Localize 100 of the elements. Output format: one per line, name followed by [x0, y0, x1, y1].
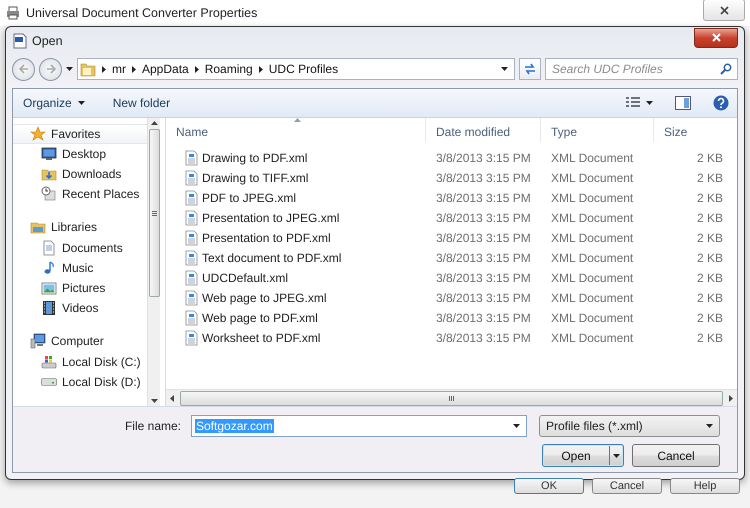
address-bar[interactable]: mr AppData Roaming UDC Profiles	[77, 58, 515, 80]
cancel-button[interactable]: Cancel	[632, 444, 720, 467]
file-name[interactable]: Presentation to PDF.xml	[166, 230, 426, 246]
file-name[interactable]: Web page to PDF.xml	[166, 310, 426, 326]
close-button[interactable]	[703, 0, 745, 21]
dialog-button[interactable]: Help	[670, 478, 740, 494]
organize-menu[interactable]: Organize	[23, 96, 85, 110]
table-cell-text: 2 KB	[696, 271, 724, 285]
table-cell-text: 3/8/2013 3:15 PM	[435, 271, 532, 285]
forward-button[interactable]	[39, 58, 62, 80]
dialog-button[interactable]: Cancel	[592, 478, 662, 494]
scroll-left-icon	[170, 394, 174, 402]
table-cell-text: 2 KB	[696, 331, 724, 345]
file-name-text: Web page to JPEG.xml	[202, 291, 326, 305]
history-caret-icon	[66, 67, 73, 71]
breadcrumb[interactable]: AppData	[142, 62, 189, 76]
file-name[interactable]: PDF to JPEG.xml	[166, 190, 426, 206]
drive-icon	[41, 354, 57, 370]
file-name[interactable]: Web page to JPEG.xml	[166, 290, 426, 306]
file-name-text: Web page to PDF.xml	[202, 311, 318, 325]
new-folder-button[interactable]: New folder	[112, 96, 170, 110]
printer-icon	[6, 6, 20, 20]
help-icon[interactable]	[713, 95, 729, 111]
preview-pane-icon[interactable]	[675, 96, 691, 110]
file-name[interactable]: Text document to PDF.xml	[166, 250, 426, 266]
close-icon	[712, 33, 720, 42]
sidebar-item[interactable]: Documents	[13, 238, 147, 258]
table-cell-text: 3/8/2013 3:15 PM	[435, 311, 532, 325]
document-icon	[13, 32, 27, 48]
table-cell-text: 3/8/2013 3:15 PM	[435, 171, 532, 185]
field-label: File name:	[124, 419, 181, 433]
sidebar-item[interactable]: Local Disk (C:)	[13, 352, 147, 372]
close-button[interactable]	[694, 28, 738, 48]
file-name-text: Presentation to PDF.xml	[202, 231, 331, 245]
sidebar-item[interactable]: Downloads	[13, 164, 147, 184]
table-cell-text: 2 KB	[696, 211, 724, 225]
list-view-icon	[626, 97, 640, 109]
file-name[interactable]: UDCDefault.xml	[166, 270, 426, 286]
file-name-text: UDCDefault.xml	[202, 271, 288, 285]
file-name[interactable]: Drawing to TIFF.xml	[166, 170, 426, 186]
table-cell-text: XML Document	[550, 271, 634, 285]
monitor-icon	[41, 146, 57, 162]
xml-file-icon	[184, 230, 199, 246]
open-button[interactable]: Open	[542, 444, 624, 467]
table-cell-text: 3/8/2013 3:15 PM	[435, 291, 532, 305]
table-cell-text: 2 KB	[696, 291, 724, 305]
dropdown-caret-icon	[501, 67, 508, 71]
breadcrumb[interactable]: mr	[112, 62, 126, 76]
column-header[interactable]: Type	[541, 118, 654, 142]
pictures-icon	[41, 280, 57, 296]
sidebar-item[interactable]: Music	[13, 258, 147, 278]
table-cell-text: 2 KB	[696, 231, 724, 245]
xml-file-icon	[184, 150, 199, 166]
vertical-scrollbar[interactable]	[147, 118, 160, 406]
drive-icon	[41, 378, 57, 386]
sidebar-item[interactable]: Desktop	[13, 144, 147, 164]
table-cell-text: XML Document	[550, 251, 634, 265]
table-cell-text: 2 KB	[696, 251, 724, 265]
sidebar-item[interactable]: Local Disk (D:)	[13, 372, 147, 392]
scroll-down-icon	[150, 399, 158, 403]
chevron-icon	[258, 66, 263, 72]
xml-file-icon	[184, 190, 199, 206]
document-icon	[41, 240, 57, 256]
file-name[interactable]: Drawing to PDF.xml	[166, 150, 426, 166]
table-cell-text: 2 KB	[696, 171, 724, 185]
sidebar-heading[interactable]: Favorites	[13, 124, 147, 144]
file-name[interactable]: Presentation to JPEG.xml	[166, 210, 426, 226]
table-cell-text: XML Document	[550, 331, 634, 345]
file-name-text: Worksheet to PDF.xml	[202, 331, 320, 345]
sidebar-heading[interactable]: Libraries	[13, 216, 147, 238]
xml-file-icon	[184, 170, 199, 186]
close-icon	[720, 6, 728, 14]
refresh-button[interactable]	[519, 58, 541, 80]
chevron-icon	[102, 66, 106, 72]
sidebar-item[interactable]: Videos	[13, 298, 147, 318]
breadcrumb[interactable]: UDC Profiles	[268, 62, 338, 76]
horizontal-scrollbar[interactable]	[166, 389, 737, 406]
grip-icon	[449, 396, 454, 400]
search-icon	[720, 63, 732, 75]
back-button[interactable]	[12, 58, 35, 80]
xml-file-icon	[184, 290, 199, 306]
xml-file-icon	[184, 250, 199, 266]
breadcrumb[interactable]: Roaming	[204, 62, 253, 76]
table-cell-text: 2 KB	[696, 311, 724, 325]
chevron-icon	[132, 66, 136, 72]
column-header[interactable]: Size	[654, 118, 731, 142]
scroll-right-icon	[729, 394, 733, 402]
column-header[interactable]: Date modified	[426, 118, 541, 142]
search-field[interactable]: Search UDC Profiles	[545, 58, 738, 80]
ok-button[interactable]: OK	[514, 478, 584, 494]
table-cell-text: XML Document	[550, 291, 634, 305]
refresh-icon	[523, 63, 537, 75]
view-menu[interactable]	[626, 97, 653, 109]
sidebar-item[interactable]: Recent Places	[13, 184, 147, 204]
table-cell-text: 3/8/2013 3:15 PM	[435, 231, 532, 245]
sidebar-item[interactable]: Pictures	[13, 278, 147, 298]
file-name[interactable]: Worksheet to PDF.xml	[166, 330, 426, 346]
file-type-dropdown[interactable]: Profile files (*.xml)	[539, 415, 720, 437]
table-cell-text: 3/8/2013 3:15 PM	[435, 211, 532, 225]
sidebar-heading[interactable]: Computer	[13, 330, 147, 352]
